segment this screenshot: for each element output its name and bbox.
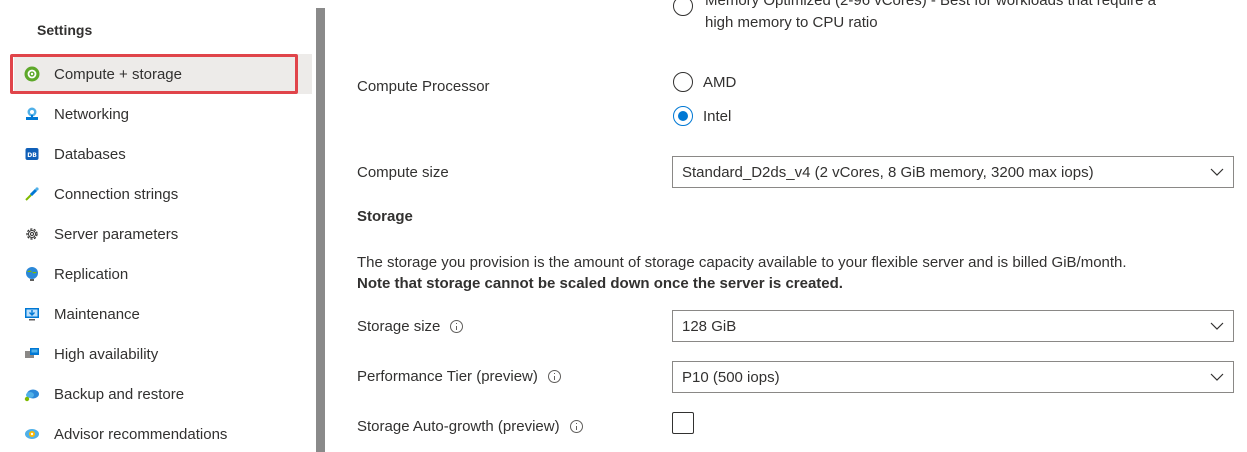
storage-autogrowth-checkbox[interactable]: [672, 412, 694, 434]
chevron-down-icon: [1201, 311, 1233, 341]
sidebar-item-connection-strings[interactable]: Connection strings: [14, 174, 312, 214]
sidebar-item-backup-restore[interactable]: Backup and restore: [14, 374, 312, 414]
memory-optimized-radio[interactable]: [673, 0, 693, 16]
performance-tier-dropdown[interactable]: P10 (500 iops): [672, 361, 1234, 393]
maintenance-icon: [24, 306, 40, 322]
sidebar-item-networking[interactable]: Networking: [14, 94, 312, 134]
info-icon[interactable]: [547, 370, 561, 383]
storage-description-warning: Note that storage cannot be scaled down …: [357, 275, 843, 292]
sidebar-title: Settings: [37, 22, 93, 38]
processor-option-intel[interactable]: Intel: [673, 106, 731, 126]
svg-text:DB: DB: [27, 152, 37, 159]
connection-strings-icon: [24, 186, 40, 202]
sidebar-item-label: Replication: [54, 265, 129, 283]
chevron-down-icon: [1201, 157, 1233, 187]
storage-size-value: 128 GiB: [682, 317, 737, 335]
advisor-icon: [24, 426, 40, 442]
sidebar-item-server-parameters[interactable]: Server parameters: [14, 214, 312, 254]
memory-optimized-label: Memory Optimized (2-96 vCores) - Best fo…: [705, 0, 1156, 9]
sidebar-item-label: Networking: [54, 105, 130, 123]
processor-option-amd[interactable]: AMD: [673, 72, 736, 92]
compute-size-dropdown[interactable]: Standard_D2ds_v4 (2 vCores, 8 GiB memory…: [672, 156, 1234, 188]
compute-processor-label-text: Compute Processor: [357, 78, 490, 95]
sidebar-item-databases[interactable]: DB Databases: [14, 134, 312, 174]
sidebar-item-maintenance[interactable]: Maintenance: [14, 294, 312, 334]
gear-icon: [24, 226, 40, 242]
sidebar-item-label: Connection strings: [54, 185, 179, 203]
networking-icon: [24, 106, 40, 122]
sidebar-item-label: Databases: [54, 145, 126, 163]
databases-icon: DB: [24, 146, 40, 162]
compute-storage-icon: [24, 66, 40, 82]
storage-description: The storage you provision is the amount …: [357, 252, 1237, 294]
storage-size-label-text: Storage size: [357, 318, 441, 335]
chevron-down-icon: [1201, 362, 1233, 392]
storage-description-text: The storage you provision is the amount …: [357, 254, 1127, 271]
sidebar-item-label: Server parameters: [54, 225, 179, 243]
backup-restore-icon: [24, 386, 40, 402]
sidebar-item-label: Compute + storage: [54, 65, 182, 83]
main-content: Memory Optimized (2-96 vCores) - Best fo…: [325, 0, 1247, 452]
compute-size-label-text: Compute size: [357, 164, 449, 181]
replication-icon: [24, 266, 40, 282]
sidebar-item-advisor-recommendations[interactable]: Advisor recommendations: [14, 414, 312, 452]
info-icon[interactable]: [569, 420, 583, 433]
compute-size-label: Compute size: [357, 164, 449, 181]
intel-radio[interactable]: [673, 106, 693, 126]
sidebar-item-label: Advisor recommendations: [54, 425, 228, 443]
storage-section-title: Storage: [357, 208, 413, 225]
settings-sidebar: Settings Compute + storage Networking DB…: [0, 0, 316, 452]
sidebar-item-label: High availability: [54, 345, 159, 363]
sidebar-item-label: Maintenance: [54, 305, 140, 323]
intel-radio-label: Intel: [703, 107, 732, 125]
storage-autogrowth-label-text: Storage Auto-growth (preview): [357, 418, 560, 435]
performance-tier-label-text: Performance Tier (preview): [357, 368, 538, 385]
storage-autogrowth-label: Storage Auto-growth (preview): [357, 418, 583, 435]
storage-size-label: Storage size: [357, 318, 464, 335]
sidebar-item-label: Backup and restore: [54, 385, 185, 403]
storage-size-dropdown[interactable]: 128 GiB: [672, 310, 1234, 342]
high-availability-icon: [24, 346, 40, 362]
amd-radio[interactable]: [673, 72, 693, 92]
memory-optimized-label-line2: high memory to CPU ratio: [705, 14, 878, 31]
performance-tier-label: Performance Tier (preview): [357, 368, 561, 385]
performance-tier-value: P10 (500 iops): [682, 368, 780, 386]
compute-processor-label: Compute Processor: [357, 78, 490, 95]
sidebar-item-replication[interactable]: Replication: [14, 254, 312, 294]
sidebar-item-high-availability[interactable]: High availability: [14, 334, 312, 374]
sidebar-item-compute-storage[interactable]: Compute + storage: [14, 54, 312, 94]
compute-size-value: Standard_D2ds_v4 (2 vCores, 8 GiB memory…: [682, 163, 1094, 181]
info-icon[interactable]: [450, 320, 464, 333]
sidebar-scrollbar[interactable]: [316, 8, 325, 452]
amd-radio-label: AMD: [703, 73, 737, 91]
